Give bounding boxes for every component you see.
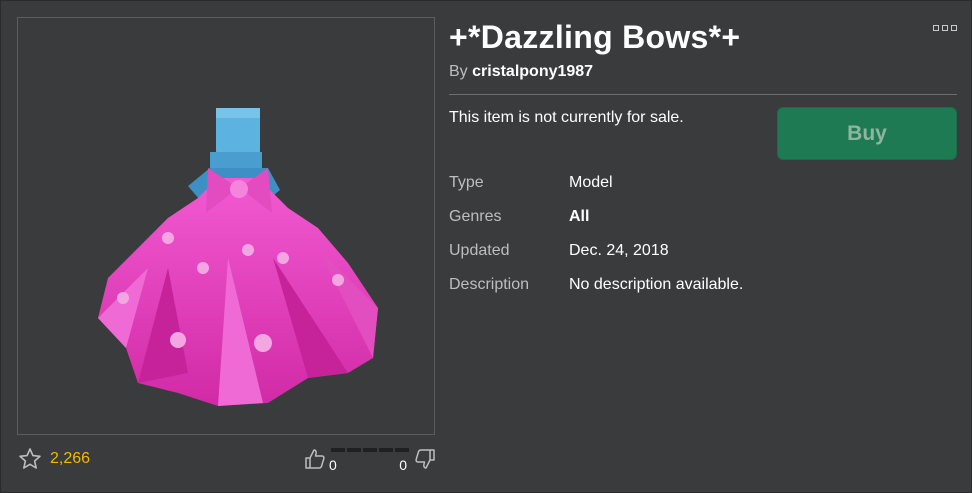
- downvote-count: 0: [399, 457, 407, 473]
- vote-ratio-bar: [331, 448, 409, 452]
- genre-link[interactable]: All: [569, 208, 589, 226]
- item-page: 2,266 0 0 +*Dazzling Bows*+ By cristalpo…: [0, 0, 972, 493]
- detail-value: No description available.: [569, 276, 744, 293]
- sale-status: This item is not currently for sale.: [449, 109, 684, 126]
- vote-section: 0 0: [303, 445, 437, 473]
- detail-label: Genres: [449, 208, 502, 225]
- creator-link[interactable]: cristalpony1987: [472, 63, 593, 80]
- item-thumbnail: [17, 17, 435, 435]
- divider: [449, 94, 957, 95]
- thumbs-up-icon[interactable]: [303, 447, 327, 471]
- detail-label: Updated: [449, 242, 510, 259]
- dress-model-image: [98, 108, 378, 406]
- detail-value: Dec. 24, 2018: [569, 242, 669, 259]
- star-icon[interactable]: [18, 447, 42, 471]
- favorites[interactable]: 2,266: [18, 447, 90, 471]
- by-prefix: By: [449, 63, 468, 80]
- favorite-count: 2,266: [50, 450, 91, 467]
- creator-byline: By cristalpony1987: [449, 63, 593, 81]
- detail-label: Description: [449, 276, 530, 293]
- detail-label: Type: [449, 174, 484, 191]
- thumbs-down-icon[interactable]: [413, 447, 437, 471]
- buy-button[interactable]: Buy: [777, 107, 957, 160]
- detail-value: Model: [569, 174, 613, 191]
- item-title: +*Dazzling Bows*+: [449, 19, 741, 55]
- upvote-count: 0: [329, 457, 337, 473]
- more-options-icon[interactable]: [933, 25, 959, 33]
